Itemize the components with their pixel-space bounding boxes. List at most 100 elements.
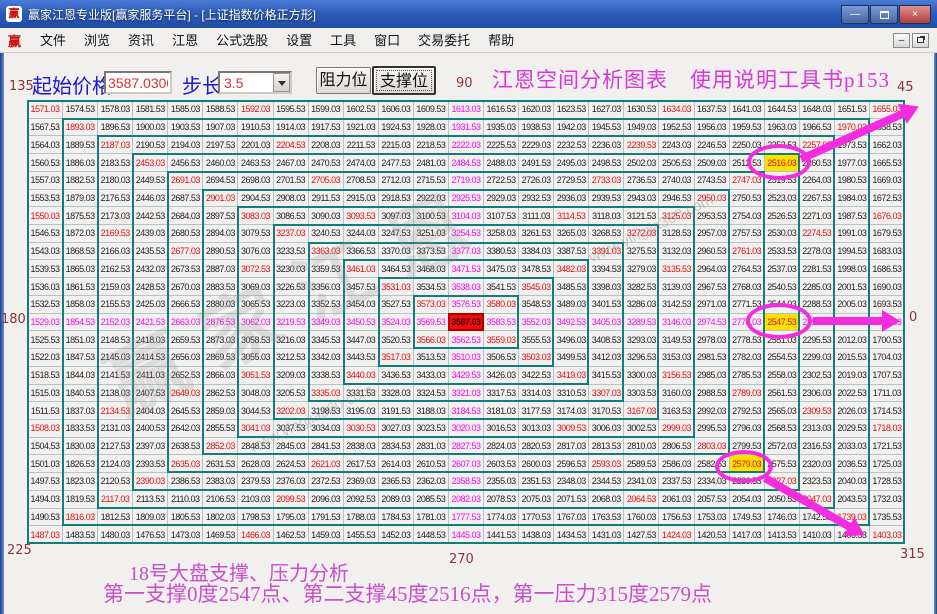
grid-cell: 3184.53 bbox=[449, 402, 484, 420]
grid-cell: 3079.53 bbox=[238, 225, 273, 243]
grid-cell: 3527.53 bbox=[379, 296, 414, 314]
grid-cell: 1553.53 bbox=[28, 190, 63, 208]
menu-item-2[interactable]: 资讯 bbox=[119, 31, 163, 50]
grid-cell: 1704.03 bbox=[870, 349, 905, 367]
grid-cell: 3139.03 bbox=[659, 278, 694, 296]
step-combobox[interactable]: 3.5 bbox=[218, 71, 292, 94]
mdi-minimize-button[interactable]: – bbox=[893, 33, 910, 48]
grid-cell: 2320.03 bbox=[800, 455, 835, 473]
grid-cell: 3163.53 bbox=[659, 402, 694, 420]
grid-cell: 3128.53 bbox=[659, 225, 694, 243]
maximize-button[interactable] bbox=[870, 5, 898, 24]
arrow-to-0-edge bbox=[813, 317, 883, 325]
grid-cell: 1410.03 bbox=[800, 526, 835, 544]
menu-item-7[interactable]: 窗口 bbox=[365, 31, 409, 50]
mdi-restore-button[interactable] bbox=[912, 33, 929, 48]
grid-cell: 1875.53 bbox=[63, 207, 98, 225]
menu-item-3[interactable]: 江恩 bbox=[163, 31, 207, 50]
grid-cell: 2278.03 bbox=[800, 243, 835, 261]
grid-cell: 2446.03 bbox=[133, 190, 168, 208]
grid-cell: 1998.03 bbox=[835, 260, 870, 278]
grid-cell: 2806.53 bbox=[659, 438, 694, 456]
grid-cell: 1627.03 bbox=[589, 101, 624, 119]
grid-cell: 2512.53 bbox=[730, 154, 765, 172]
grid-cell: 2817.03 bbox=[554, 438, 589, 456]
grid-cell: 3335.03 bbox=[309, 385, 344, 403]
grid-cell: 3324.53 bbox=[414, 385, 449, 403]
grid-cell: 1795.03 bbox=[274, 509, 309, 527]
grid-cell: 3492.53 bbox=[554, 314, 589, 332]
support-button[interactable]: 支撑位 bbox=[372, 66, 436, 95]
grid-cell: 2085.53 bbox=[414, 491, 449, 509]
menu-item-9[interactable]: 帮助 bbox=[479, 31, 523, 50]
grid-cell: 2306.03 bbox=[800, 385, 835, 403]
grid-cell: 3062.03 bbox=[238, 314, 273, 332]
grid-cell: 2502.03 bbox=[624, 154, 659, 172]
grid-cell: 2302.53 bbox=[800, 367, 835, 385]
menu-item-1[interactable]: 浏览 bbox=[75, 31, 119, 50]
grid-cell: 2568.53 bbox=[765, 420, 800, 438]
grid-cell: 3125.03 bbox=[659, 207, 694, 225]
grid-cell: 1431.03 bbox=[589, 526, 624, 544]
grid-cell: 2295.53 bbox=[800, 331, 835, 349]
grid-cell: 1518.53 bbox=[28, 367, 63, 385]
grid-cell: 3279.03 bbox=[624, 260, 659, 278]
combo-dropdown-button[interactable] bbox=[273, 73, 290, 92]
grid-cell-highlight-2579.03: 2579.03 bbox=[730, 455, 765, 473]
grid-cell: 2733.03 bbox=[589, 172, 624, 190]
grid-cell: 2960.53 bbox=[695, 243, 730, 261]
menu-logo-icon: 赢 bbox=[8, 31, 21, 50]
grid-cell: 2680.53 bbox=[168, 225, 203, 243]
menu-item-0[interactable]: 文件 bbox=[31, 31, 75, 50]
grid-cell: 2684.03 bbox=[168, 207, 203, 225]
grid-cell: 3027.03 bbox=[379, 420, 414, 438]
grid-cell: 2915.03 bbox=[344, 190, 379, 208]
grid-cell: 3317.53 bbox=[484, 385, 519, 403]
grid-cell: 2799.53 bbox=[730, 438, 765, 456]
grid-cell: 1690.03 bbox=[870, 278, 905, 296]
grid-cell: 3373.53 bbox=[414, 243, 449, 261]
angle-label-45: 45 bbox=[897, 80, 914, 95]
grid-cell: 2386.53 bbox=[168, 473, 203, 491]
grid-cell: 3555.53 bbox=[519, 331, 554, 349]
start-price-input[interactable] bbox=[104, 71, 172, 94]
grid-cell: 2670.03 bbox=[168, 278, 203, 296]
grid-cell: 3569.53 bbox=[414, 314, 449, 332]
grid-cell: 2355.03 bbox=[484, 473, 519, 491]
grid-cell: 3118.03 bbox=[589, 207, 624, 225]
grid-cell: 2379.53 bbox=[238, 473, 273, 491]
grid-cell: 1662.03 bbox=[870, 136, 905, 154]
grid-cell: 2642.03 bbox=[168, 420, 203, 438]
close-button[interactable]: × bbox=[899, 5, 931, 24]
grid-cell: 1459.03 bbox=[309, 526, 344, 544]
grid-cell: 2575.53 bbox=[765, 455, 800, 473]
grid-cell: 2691.03 bbox=[168, 172, 203, 190]
grid-cell: 1434.53 bbox=[554, 526, 589, 544]
grid-cell: 2565.03 bbox=[765, 402, 800, 420]
menu-item-8[interactable]: 交易委托 bbox=[409, 31, 479, 50]
grid-cell: 2803.03 bbox=[695, 438, 730, 456]
menu-item-4[interactable]: 公式选股 bbox=[207, 31, 277, 50]
grid-cell: 3352.53 bbox=[309, 296, 344, 314]
grid-cell: 1532.53 bbox=[28, 296, 63, 314]
grid-cell: 2096.03 bbox=[309, 491, 344, 509]
grid-cell: 2162.53 bbox=[98, 260, 133, 278]
grid-cell: 2607.03 bbox=[449, 455, 484, 473]
grid-cell: 2509.03 bbox=[695, 154, 730, 172]
grid-cell: 2092.53 bbox=[344, 491, 379, 509]
menu-item-6[interactable]: 工具 bbox=[321, 31, 365, 50]
grid-cell-highlight-2516.03: 2516.03 bbox=[765, 154, 800, 172]
grid-cell: 2190.53 bbox=[133, 136, 168, 154]
grid-cell: 2351.53 bbox=[519, 473, 554, 491]
grid-cell: 2120.53 bbox=[98, 473, 133, 491]
minimize-button[interactable]: — bbox=[841, 5, 869, 24]
grid-cell: 2638.53 bbox=[168, 438, 203, 456]
grid-cell: 1567.53 bbox=[28, 119, 63, 137]
grid-cell: 1907.03 bbox=[203, 119, 238, 137]
menu-item-5[interactable]: 设置 bbox=[277, 31, 321, 50]
grid-cell: 3072.53 bbox=[238, 260, 273, 278]
grid-cell: 1854.53 bbox=[63, 314, 98, 332]
grid-cell: 2299.03 bbox=[800, 349, 835, 367]
resistance-button[interactable]: 阻力位 bbox=[316, 67, 371, 94]
grid-cell: 1676.03 bbox=[870, 207, 905, 225]
